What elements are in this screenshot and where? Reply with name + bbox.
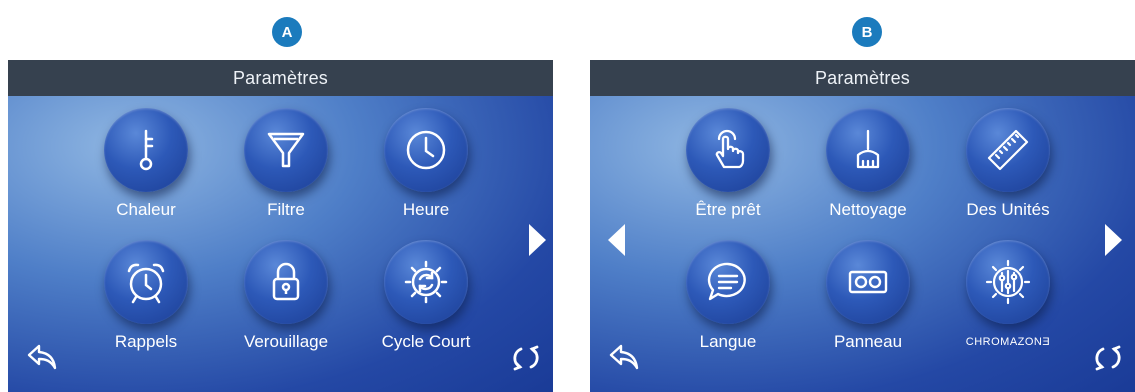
units-button[interactable]: Des Unités	[933, 108, 1083, 220]
next-arrow-button[interactable]	[1102, 222, 1124, 258]
thermometer-icon	[104, 108, 188, 192]
marker-b: B	[852, 17, 882, 47]
cycle-icon	[384, 240, 468, 324]
panel-button[interactable]: Panneau	[793, 240, 943, 352]
chromazone-button[interactable]: CHROMAZONƎ	[933, 240, 1083, 348]
chromazone-icon	[966, 240, 1050, 324]
page-title: Paramètres	[8, 60, 553, 96]
prev-arrow-button[interactable]	[606, 222, 628, 258]
cycle-button[interactable]: Cycle Court	[351, 240, 501, 352]
settings-panel-b: Paramètres Être prêt Nettoyage Des Unité…	[590, 60, 1135, 392]
ruler-icon	[966, 108, 1050, 192]
back-arrow-icon	[27, 344, 57, 370]
filter-button[interactable]: Filtre	[211, 108, 361, 220]
play-right-icon	[529, 224, 546, 256]
time-button[interactable]: Heure	[351, 108, 501, 220]
get-ready-button[interactable]: Être prêt	[653, 108, 803, 220]
heat-label: Chaleur	[116, 200, 176, 219]
back-button[interactable]	[608, 343, 640, 371]
back-arrow-icon	[609, 344, 639, 370]
chat-bubble-icon	[686, 240, 770, 324]
next-arrow-button[interactable]	[526, 222, 548, 258]
page-title: Paramètres	[590, 60, 1135, 96]
lock-label: Verouillage	[243, 332, 329, 351]
panel-icon	[826, 240, 910, 324]
play-left-icon	[608, 224, 625, 256]
language-label: Langue	[699, 332, 757, 351]
units-label: Des Unités	[966, 200, 1050, 219]
reminders-button[interactable]: Rappels	[71, 240, 221, 352]
chromazone-label: CHROMAZONƎ	[965, 336, 1051, 348]
alarm-clock-icon	[104, 240, 188, 324]
cleanup-button[interactable]: Nettoyage	[793, 108, 943, 220]
settings-panel-a: Paramètres Chaleur Filtre Heure Rappels …	[8, 60, 553, 392]
refresh-icon	[513, 345, 539, 371]
back-button[interactable]	[26, 343, 58, 371]
cleanup-label: Nettoyage	[829, 200, 907, 219]
lock-icon	[244, 240, 328, 324]
cycle-label: Cycle Court	[381, 332, 471, 351]
time-label: Heure	[402, 200, 450, 219]
heat-button[interactable]: Chaleur	[71, 108, 221, 220]
reminders-label: Rappels	[114, 332, 178, 351]
marker-a: A	[272, 17, 302, 47]
filter-label: Filtre	[267, 200, 305, 219]
language-button[interactable]: Langue	[653, 240, 803, 352]
refresh-button[interactable]	[1093, 343, 1123, 373]
get-ready-label: Être prêt	[695, 200, 761, 219]
panel-label: Panneau	[833, 332, 903, 351]
broom-icon	[826, 108, 910, 192]
play-right-icon	[1105, 224, 1122, 256]
refresh-button[interactable]	[511, 343, 541, 373]
clock-icon	[384, 108, 468, 192]
refresh-icon	[1095, 345, 1121, 371]
touch-hand-icon	[686, 108, 770, 192]
lock-button[interactable]: Verouillage	[211, 240, 361, 352]
filter-icon	[244, 108, 328, 192]
